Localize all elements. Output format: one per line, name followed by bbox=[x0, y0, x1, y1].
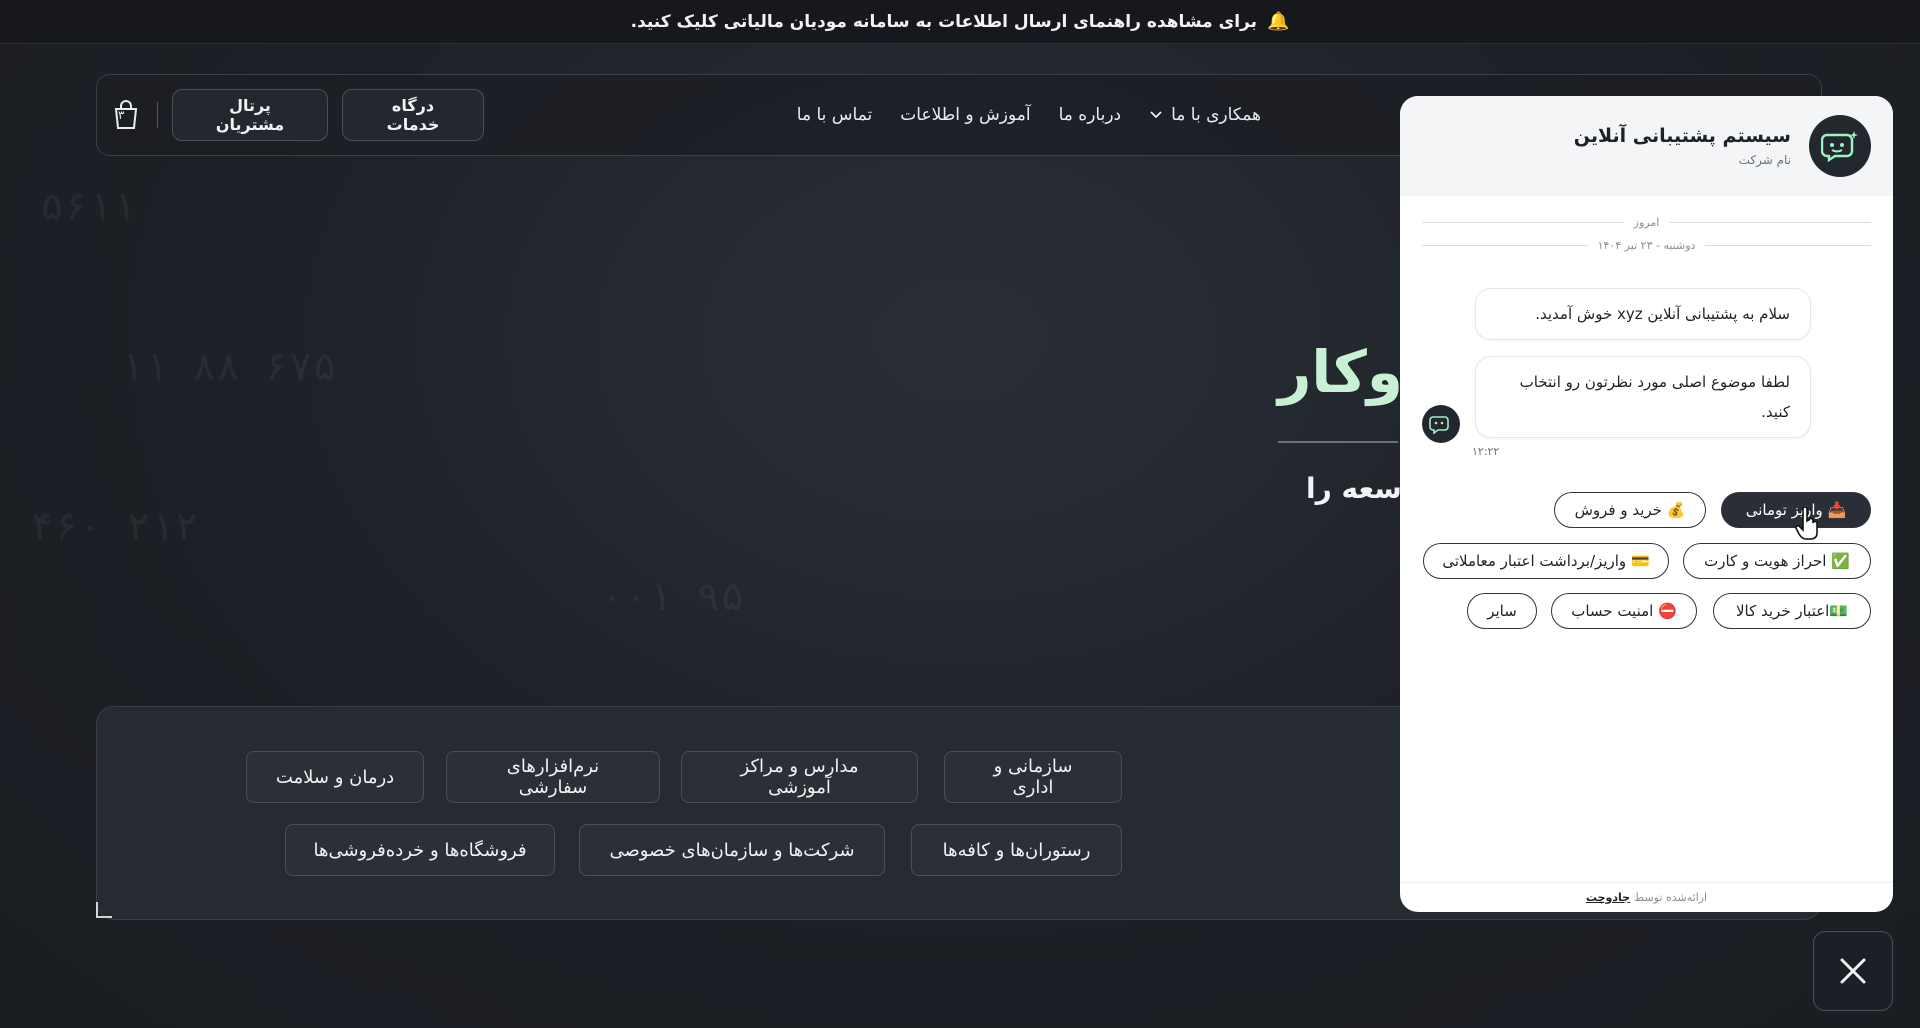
option-label: واریز/برداشت اعتبار معاملاتی bbox=[1442, 552, 1627, 570]
option-other[interactable]: سایر bbox=[1467, 593, 1537, 629]
chat-subtitle: نام شرکت bbox=[1738, 153, 1791, 167]
option-label: احراز هویت و کارت bbox=[1704, 552, 1827, 570]
option-credit-deposit-withdraw[interactable]: 💳 واریز/برداشت اعتبار معاملاتی bbox=[1423, 543, 1669, 579]
category-button[interactable]: درمان و سلامت bbox=[246, 751, 424, 803]
chat-bot-logo-icon bbox=[1809, 115, 1871, 177]
date-label: دوشنبه - ۲۳ تیر ۱۴۰۴ bbox=[1597, 239, 1696, 252]
check-icon: ✅ bbox=[1831, 552, 1850, 570]
bell-icon: 🔔 bbox=[1266, 11, 1290, 32]
option-goods-credit[interactable]: 💵 اعتبار خرید کالا bbox=[1713, 593, 1871, 629]
chat-titles: سیستم پشتیبانی آنلاین نام شرکت bbox=[1574, 125, 1791, 167]
category-button[interactable]: فروشگاه‌ها و خرده‌فروشی‌ها bbox=[285, 824, 555, 876]
background-decoration: ۲۱۲ ۴۶۰ bbox=[30, 504, 199, 550]
chat-title: سیستم پشتیبانی آنلاین bbox=[1573, 125, 1791, 147]
credit-card-icon: 💳 bbox=[1630, 552, 1650, 570]
category-button[interactable]: مدارس و مراکز آموزشی bbox=[681, 751, 918, 803]
no-entry-icon: ⛔ bbox=[1658, 602, 1677, 620]
nav-item-education[interactable]: آموزش و اطلاعات bbox=[900, 105, 1030, 125]
hero-title: وکار bbox=[1278, 338, 1403, 406]
background-decoration: ۵۶۱۱ bbox=[40, 184, 137, 230]
chevron-down-icon bbox=[1150, 111, 1162, 119]
today-separator: امروز bbox=[1422, 216, 1871, 229]
date-separator: دوشنبه - ۲۳ تیر ۱۴۰۴ bbox=[1421, 239, 1871, 252]
close-chat-button[interactable] bbox=[1813, 931, 1893, 1011]
nav-item-label: همکاری با ما bbox=[1171, 105, 1261, 125]
nav-actions: ۳ پرتال مشتریان درگاه خدمات bbox=[109, 89, 484, 141]
option-buy-sell[interactable]: 💰 خرید و فروش bbox=[1554, 492, 1706, 528]
category-button[interactable]: شرکت‌ها و سازمان‌های خصوصی bbox=[579, 824, 885, 876]
inbox-icon: 📥 bbox=[1827, 501, 1847, 519]
chat-header: سیستم پشتیبانی آنلاین نام شرکت bbox=[1400, 96, 1893, 196]
separator-line bbox=[1705, 245, 1871, 246]
corner-marker bbox=[96, 902, 112, 918]
nav-item-about[interactable]: درباره ما bbox=[1059, 105, 1122, 125]
category-button[interactable]: نرم‌افزارهای سفارشی bbox=[446, 751, 660, 803]
announcement-bar[interactable]: 🔔 برای مشاهده راهنمای ارسال اطلاعات به س… bbox=[0, 0, 1920, 44]
option-label: خرید و فروش bbox=[1574, 501, 1662, 519]
footer-prefix: ارائه‌شده توسط bbox=[1634, 891, 1708, 904]
services-gateway-button[interactable]: درگاه خدمات bbox=[342, 89, 484, 141]
background-decoration: ۹۵ ۰۰۱ bbox=[600, 574, 745, 620]
hero-underline bbox=[1278, 441, 1398, 443]
today-label: امروز bbox=[1633, 216, 1660, 229]
cart-count: ۳ bbox=[118, 108, 125, 122]
option-label: امنیت حساب bbox=[1571, 602, 1654, 620]
customer-portal-button[interactable]: پرتال مشتریان bbox=[172, 89, 328, 141]
money-bag-icon: 💰 bbox=[1666, 501, 1686, 519]
nav-links: همکاری با ما درباره ما آموزش و اطلاعات ت… bbox=[797, 75, 1261, 155]
background-decoration: ۶۷۵ ۸۸ ۱۱ bbox=[120, 344, 337, 390]
category-button[interactable]: رستوران‌ها و کافه‌ها bbox=[911, 824, 1122, 876]
option-kyc[interactable]: ✅ احراز هویت و کارت bbox=[1683, 543, 1871, 579]
bot-message: لطفا موضوع اصلی مورد نظرتون رو انتخاب کن… bbox=[1475, 356, 1811, 438]
message-time: ۱۲:۲۲ bbox=[1472, 445, 1500, 458]
footer-brand-link[interactable]: جادوچت bbox=[1586, 891, 1630, 904]
separator-line bbox=[1421, 245, 1588, 246]
cash-icon: 💵 bbox=[1829, 602, 1849, 620]
nav-item-contact[interactable]: تماس با ما bbox=[797, 105, 873, 125]
support-chat-widget: سیستم پشتیبانی آنلاین نام شرکت امروز دوش… bbox=[1400, 96, 1893, 912]
close-icon bbox=[1840, 958, 1866, 984]
category-button[interactable]: سازمانی و اداری bbox=[944, 751, 1122, 803]
bot-message: سلام به پشتیبانی آنلاین xyz خوش آمدید. bbox=[1475, 288, 1811, 340]
separator-line bbox=[1669, 222, 1871, 223]
announcement-text[interactable]: برای مشاهده راهنمای ارسال اطلاعات به سام… bbox=[631, 12, 1257, 32]
mouse-cursor-icon bbox=[1795, 507, 1818, 540]
separator-line bbox=[1422, 222, 1624, 223]
chat-footer: ارائه‌شده توسط جادوچت bbox=[1400, 882, 1893, 912]
shopping-bag-icon bbox=[114, 100, 138, 129]
option-label: اعتبار خرید کالا bbox=[1735, 602, 1830, 620]
option-label: سایر bbox=[1487, 602, 1517, 620]
bot-avatar-icon bbox=[1422, 405, 1460, 443]
option-account-security[interactable]: ⛔ امنیت حساب bbox=[1551, 593, 1697, 629]
cart-button[interactable]: ۳ bbox=[109, 98, 143, 132]
nav-item-cooperation[interactable]: همکاری با ما bbox=[1149, 105, 1261, 125]
divider bbox=[157, 102, 158, 128]
